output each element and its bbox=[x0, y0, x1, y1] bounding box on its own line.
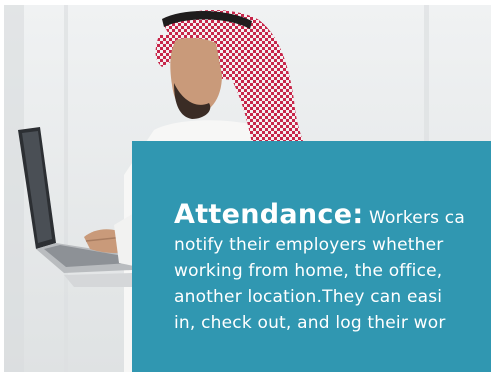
description-text-line-1: Workers ca bbox=[369, 208, 465, 228]
attendance-info-card: Attendance: Workers ca notify their empl… bbox=[132, 141, 491, 372]
description-text-line-4: another location.They can easi bbox=[174, 287, 443, 307]
attendance-heading: Attendance: bbox=[174, 199, 364, 230]
description-text-line-5: in, check out, and log their wor bbox=[174, 313, 446, 333]
page-canvas: Attendance: Workers ca notify their empl… bbox=[0, 0, 491, 372]
description-text-line-2: notify their employers whether bbox=[174, 235, 444, 255]
attendance-description: Attendance: Workers ca notify their empl… bbox=[174, 198, 491, 336]
description-line-1: Attendance: Workers ca bbox=[174, 198, 491, 232]
description-text-line-3: working from home, the office, bbox=[174, 261, 443, 281]
